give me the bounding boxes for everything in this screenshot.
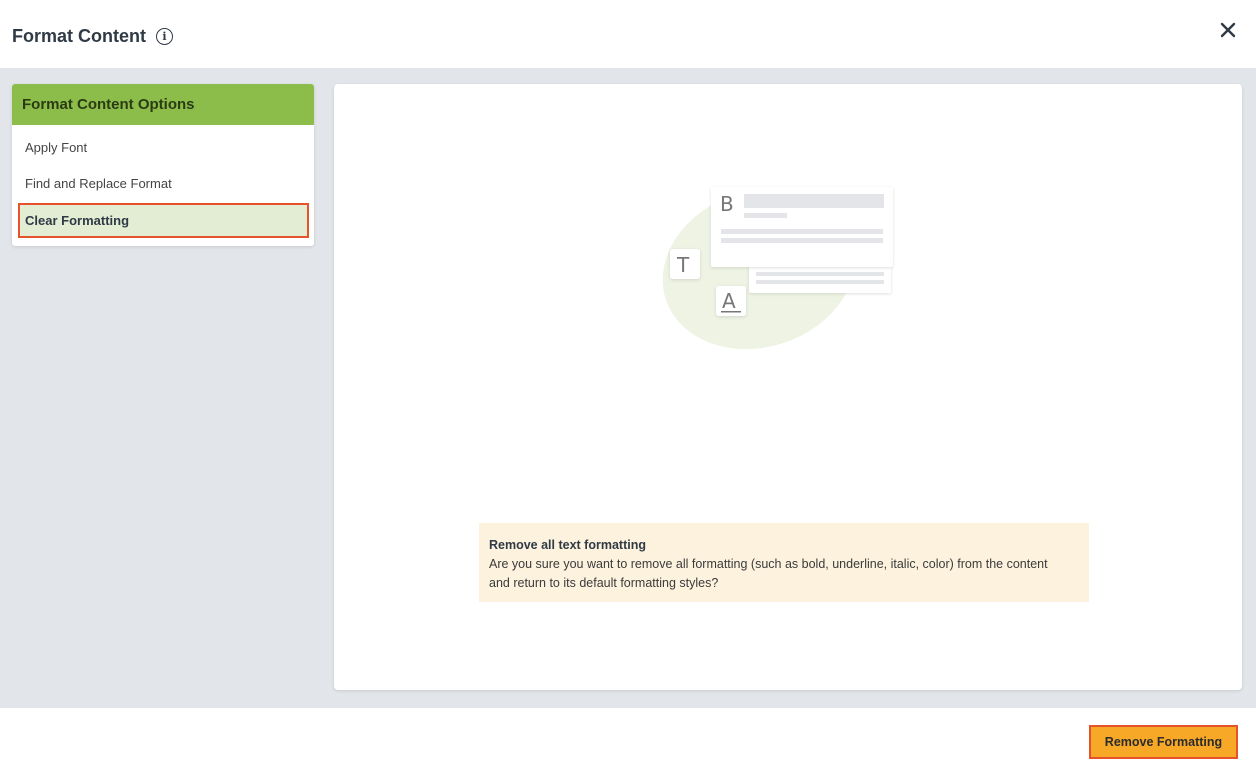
confirmation-notice: Remove all text formatting Are you sure …	[479, 523, 1089, 602]
dialog-body: Format Content Options Apply Font Find a…	[0, 68, 1256, 708]
close-icon[interactable]	[1218, 20, 1238, 40]
dialog-title: Format Content	[12, 26, 146, 46]
notice-title: Remove all text formatting	[489, 538, 646, 552]
sidebar-item-find-replace-format[interactable]: Find and Replace Format	[18, 166, 309, 201]
sidebar-item-apply-font[interactable]: Apply Font	[18, 130, 309, 165]
info-icon[interactable]: i	[156, 28, 173, 45]
main-panel: B T A Remove all text formatting Are you…	[334, 84, 1242, 690]
dialog-header: Format Content i	[0, 0, 1256, 68]
notice-text-line-1: Are you sure you want to remove all form…	[489, 557, 1048, 571]
text-formatting-illustration: B T A	[662, 187, 893, 349]
notice-text-line-2: and return to its default formatting sty…	[489, 576, 719, 590]
letter-t: T	[676, 253, 690, 277]
sidebar-item-clear-formatting[interactable]: Clear Formatting	[18, 203, 309, 238]
options-sidebar: Format Content Options Apply Font Find a…	[12, 84, 314, 246]
letter-b: B	[720, 192, 734, 216]
dialog-footer: Remove Formatting	[0, 708, 1256, 768]
sidebar-header: Format Content Options	[12, 84, 314, 125]
letter-a: A	[722, 289, 736, 313]
title-wrap: Format Content i	[12, 26, 173, 47]
remove-formatting-button[interactable]: Remove Formatting	[1089, 725, 1238, 759]
